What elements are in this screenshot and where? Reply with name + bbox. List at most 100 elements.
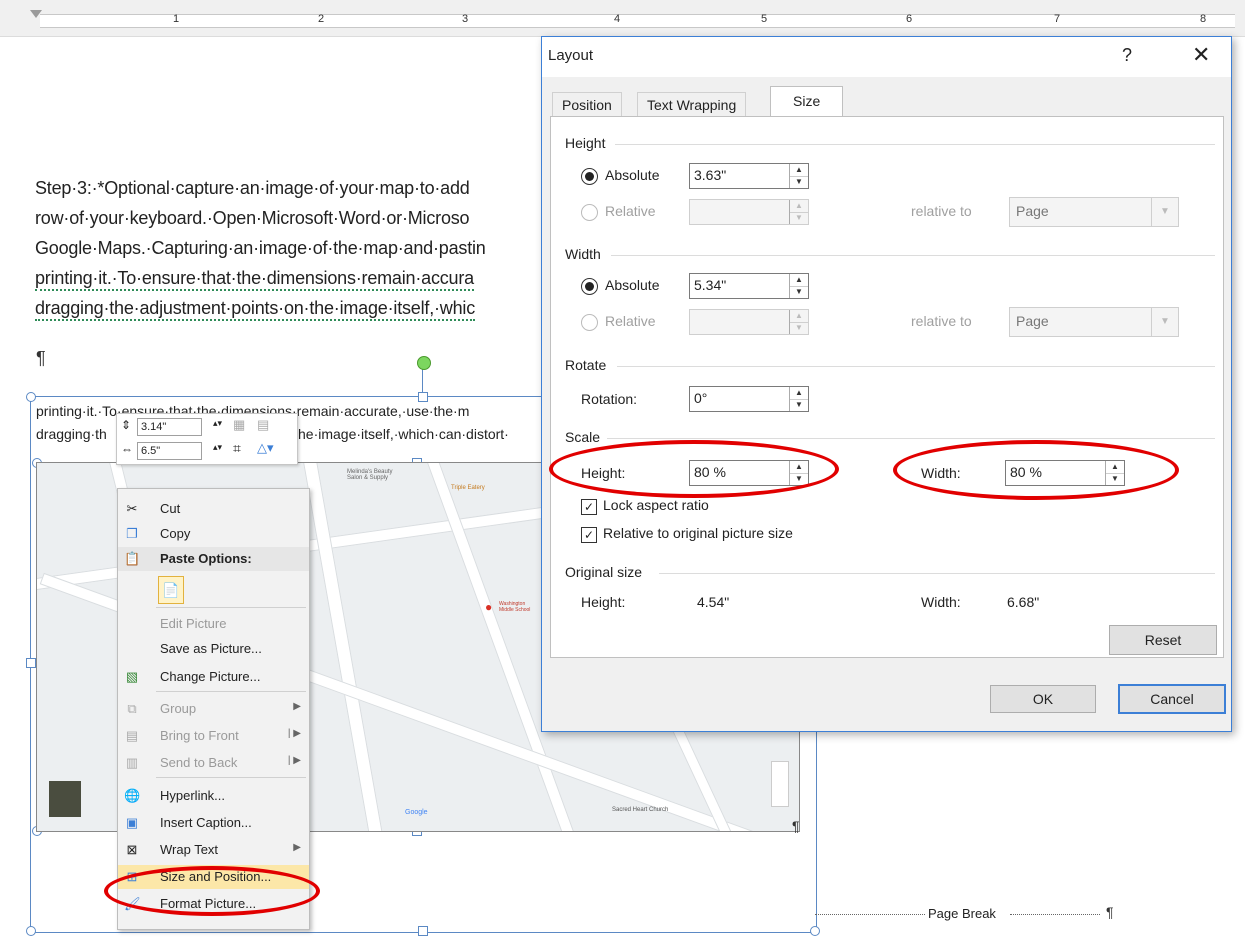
crop-icon[interactable]: ▦ bbox=[233, 417, 245, 433]
height-absolute-label: Absolute bbox=[605, 167, 660, 183]
spin-down-icon[interactable]: ▼ bbox=[790, 399, 808, 411]
map-road bbox=[300, 463, 388, 831]
spinner-icon[interactable]: ▴▾ bbox=[213, 418, 222, 429]
menu-label: Cut bbox=[160, 501, 181, 516]
ruler-number: 4 bbox=[613, 13, 621, 25]
annotation-oval-scale-width bbox=[893, 440, 1179, 500]
cancel-button[interactable]: Cancel bbox=[1118, 684, 1226, 714]
menu-label: Copy bbox=[160, 526, 191, 541]
tab-position[interactable]: Position bbox=[552, 92, 622, 117]
shape-height-field[interactable]: 3.14" bbox=[137, 418, 202, 436]
picture-styles-icon[interactable]: △▾ bbox=[257, 440, 274, 456]
menu-label: Paste Options: bbox=[160, 551, 252, 566]
close-icon[interactable]: ✕ bbox=[1192, 42, 1210, 68]
spinner-value: 0° bbox=[694, 390, 708, 406]
height-relative-spinner[interactable]: ▲ ▼ bbox=[689, 199, 809, 225]
menu-item-save-as-picture[interactable]: Save as Picture... bbox=[118, 637, 309, 661]
menu-item-insert-caption[interactable]: ▣ Insert Caption... bbox=[118, 811, 309, 835]
change-picture-icon: ▧ bbox=[125, 669, 139, 684]
copy-icon: ❐ bbox=[126, 526, 138, 541]
menu-label: Group bbox=[160, 701, 197, 716]
size-tab-panel: Height Absolute 3.63" ▲ ▼ Relative ▲ ▼ rel… bbox=[550, 116, 1224, 658]
height-relative-to-select[interactable]: Page ▼ bbox=[1009, 197, 1179, 227]
menu-item-send-to-back[interactable]: ▥ Send to Back | ▶ bbox=[118, 751, 309, 775]
help-button[interactable]: ? bbox=[1122, 45, 1132, 66]
menu-item-edit-picture[interactable]: Edit Picture bbox=[118, 612, 309, 636]
tab-text-wrapping[interactable]: Text Wrapping bbox=[637, 92, 747, 117]
submenu-arrow-icon: ▶ bbox=[293, 701, 301, 712]
paste-keep-source-icon[interactable]: 📄 bbox=[158, 576, 184, 604]
group-divider bbox=[611, 255, 1215, 256]
width-relative-radio[interactable] bbox=[581, 314, 598, 331]
ruler-number: 6 bbox=[905, 13, 913, 25]
document-line: printing·it.·To·ensure·that·the·dimensio… bbox=[35, 267, 474, 291]
resize-handle[interactable] bbox=[810, 926, 820, 936]
zoom-control-icon[interactable] bbox=[771, 761, 789, 807]
scissors-icon: ✂ bbox=[126, 501, 138, 516]
width-relative-to-select[interactable]: Page ▼ bbox=[1009, 307, 1179, 337]
height-absolute-radio[interactable] bbox=[581, 168, 598, 185]
dialog-titlebar[interactable]: Layout ? ✕ bbox=[542, 37, 1231, 77]
height-relative-radio[interactable] bbox=[581, 204, 598, 221]
ruler-number: 5 bbox=[760, 13, 768, 25]
group-scale: Scale bbox=[565, 429, 601, 445]
rotate-handle[interactable] bbox=[417, 356, 431, 370]
resize-handle[interactable] bbox=[418, 392, 428, 402]
resize-handle[interactable] bbox=[26, 926, 36, 936]
rotation-spinner[interactable]: 0° ▲ ▼ bbox=[689, 386, 809, 412]
spin-down-icon[interactable]: ▼ bbox=[790, 176, 808, 188]
ruler-number: 1 bbox=[172, 13, 180, 25]
resize-handle[interactable] bbox=[418, 926, 428, 936]
group-divider bbox=[615, 144, 1215, 145]
select-value: Page bbox=[1016, 203, 1049, 219]
horizontal-ruler[interactable]: 1 2 3 4 5 6 7 8 bbox=[0, 0, 1245, 37]
indent-marker[interactable] bbox=[30, 10, 42, 18]
map-label: Google bbox=[405, 809, 428, 816]
resize-handle[interactable] bbox=[26, 658, 36, 668]
menu-label: Insert Caption... bbox=[160, 815, 252, 830]
chevron-down-icon[interactable]: ▼ bbox=[1151, 198, 1178, 226]
spin-down-icon[interactable]: ▼ bbox=[790, 212, 808, 224]
height-relative-to-label: relative to bbox=[911, 203, 972, 219]
menu-item-bring-to-front[interactable]: ▤ Bring to Front | ▶ bbox=[118, 724, 309, 748]
reset-button[interactable]: Reset bbox=[1109, 625, 1217, 655]
width-relative-label: Relative bbox=[605, 313, 656, 329]
ok-button[interactable]: OK bbox=[990, 685, 1096, 713]
lock-aspect-checkbox[interactable]: ✓ bbox=[581, 499, 597, 515]
height-icon: ⇕ bbox=[121, 418, 132, 432]
spin-down-icon[interactable]: ▼ bbox=[790, 322, 808, 334]
caption-icon: ▣ bbox=[125, 815, 139, 830]
group-divider bbox=[659, 573, 1215, 574]
height-absolute-spinner[interactable]: 3.63" ▲ ▼ bbox=[689, 163, 809, 189]
tab-size[interactable]: Size bbox=[770, 86, 844, 118]
shape-width-field[interactable]: 6.5" bbox=[137, 442, 202, 460]
menu-item-change-picture[interactable]: ▧ Change Picture... bbox=[118, 665, 309, 689]
menu-item-group[interactable]: ⧉ Group ▶ bbox=[118, 697, 309, 721]
ruler-number: 3 bbox=[461, 13, 469, 25]
original-height-label: Height: bbox=[581, 594, 626, 610]
spin-down-icon[interactable]: ▼ bbox=[790, 286, 808, 298]
original-height-value: 4.54" bbox=[697, 594, 730, 610]
original-width-value: 6.68" bbox=[1007, 594, 1040, 610]
menu-label: Wrap Text bbox=[160, 842, 219, 857]
menu-item-wrap-text[interactable]: ⊠ Wrap Text ▶ bbox=[118, 838, 309, 862]
resize-handle[interactable] bbox=[26, 392, 36, 402]
menu-item-copy[interactable]: ❐ Copy bbox=[118, 522, 309, 546]
menu-item-cut[interactable]: ✂ Cut bbox=[118, 497, 309, 521]
annotation-oval-scale-height bbox=[549, 440, 839, 498]
relative-original-checkbox[interactable]: ✓ bbox=[581, 527, 597, 543]
map-label: Washington Middle School bbox=[499, 601, 531, 613]
satellite-toggle-icon[interactable] bbox=[49, 781, 81, 817]
paragraph-mark: ¶ bbox=[1106, 904, 1114, 920]
crop-tool-icon[interactable]: ⌗ bbox=[233, 440, 241, 457]
wrap-text-icon: ⊠ bbox=[126, 842, 138, 857]
menu-label: Change Picture... bbox=[160, 669, 261, 684]
width-absolute-spinner[interactable]: 5.34" ▲ ▼ bbox=[689, 273, 809, 299]
paragraph-mark: ¶ bbox=[36, 348, 46, 368]
menu-item-hyperlink[interactable]: 🌐 Hyperlink... bbox=[118, 784, 309, 808]
chevron-down-icon[interactable]: ▼ bbox=[1151, 308, 1178, 336]
bring-forward-icon[interactable]: ▤ bbox=[257, 417, 269, 433]
width-relative-spinner[interactable]: ▲ ▼ bbox=[689, 309, 809, 335]
width-absolute-radio[interactable] bbox=[581, 278, 598, 295]
spinner-icon[interactable]: ▴▾ bbox=[213, 442, 222, 453]
